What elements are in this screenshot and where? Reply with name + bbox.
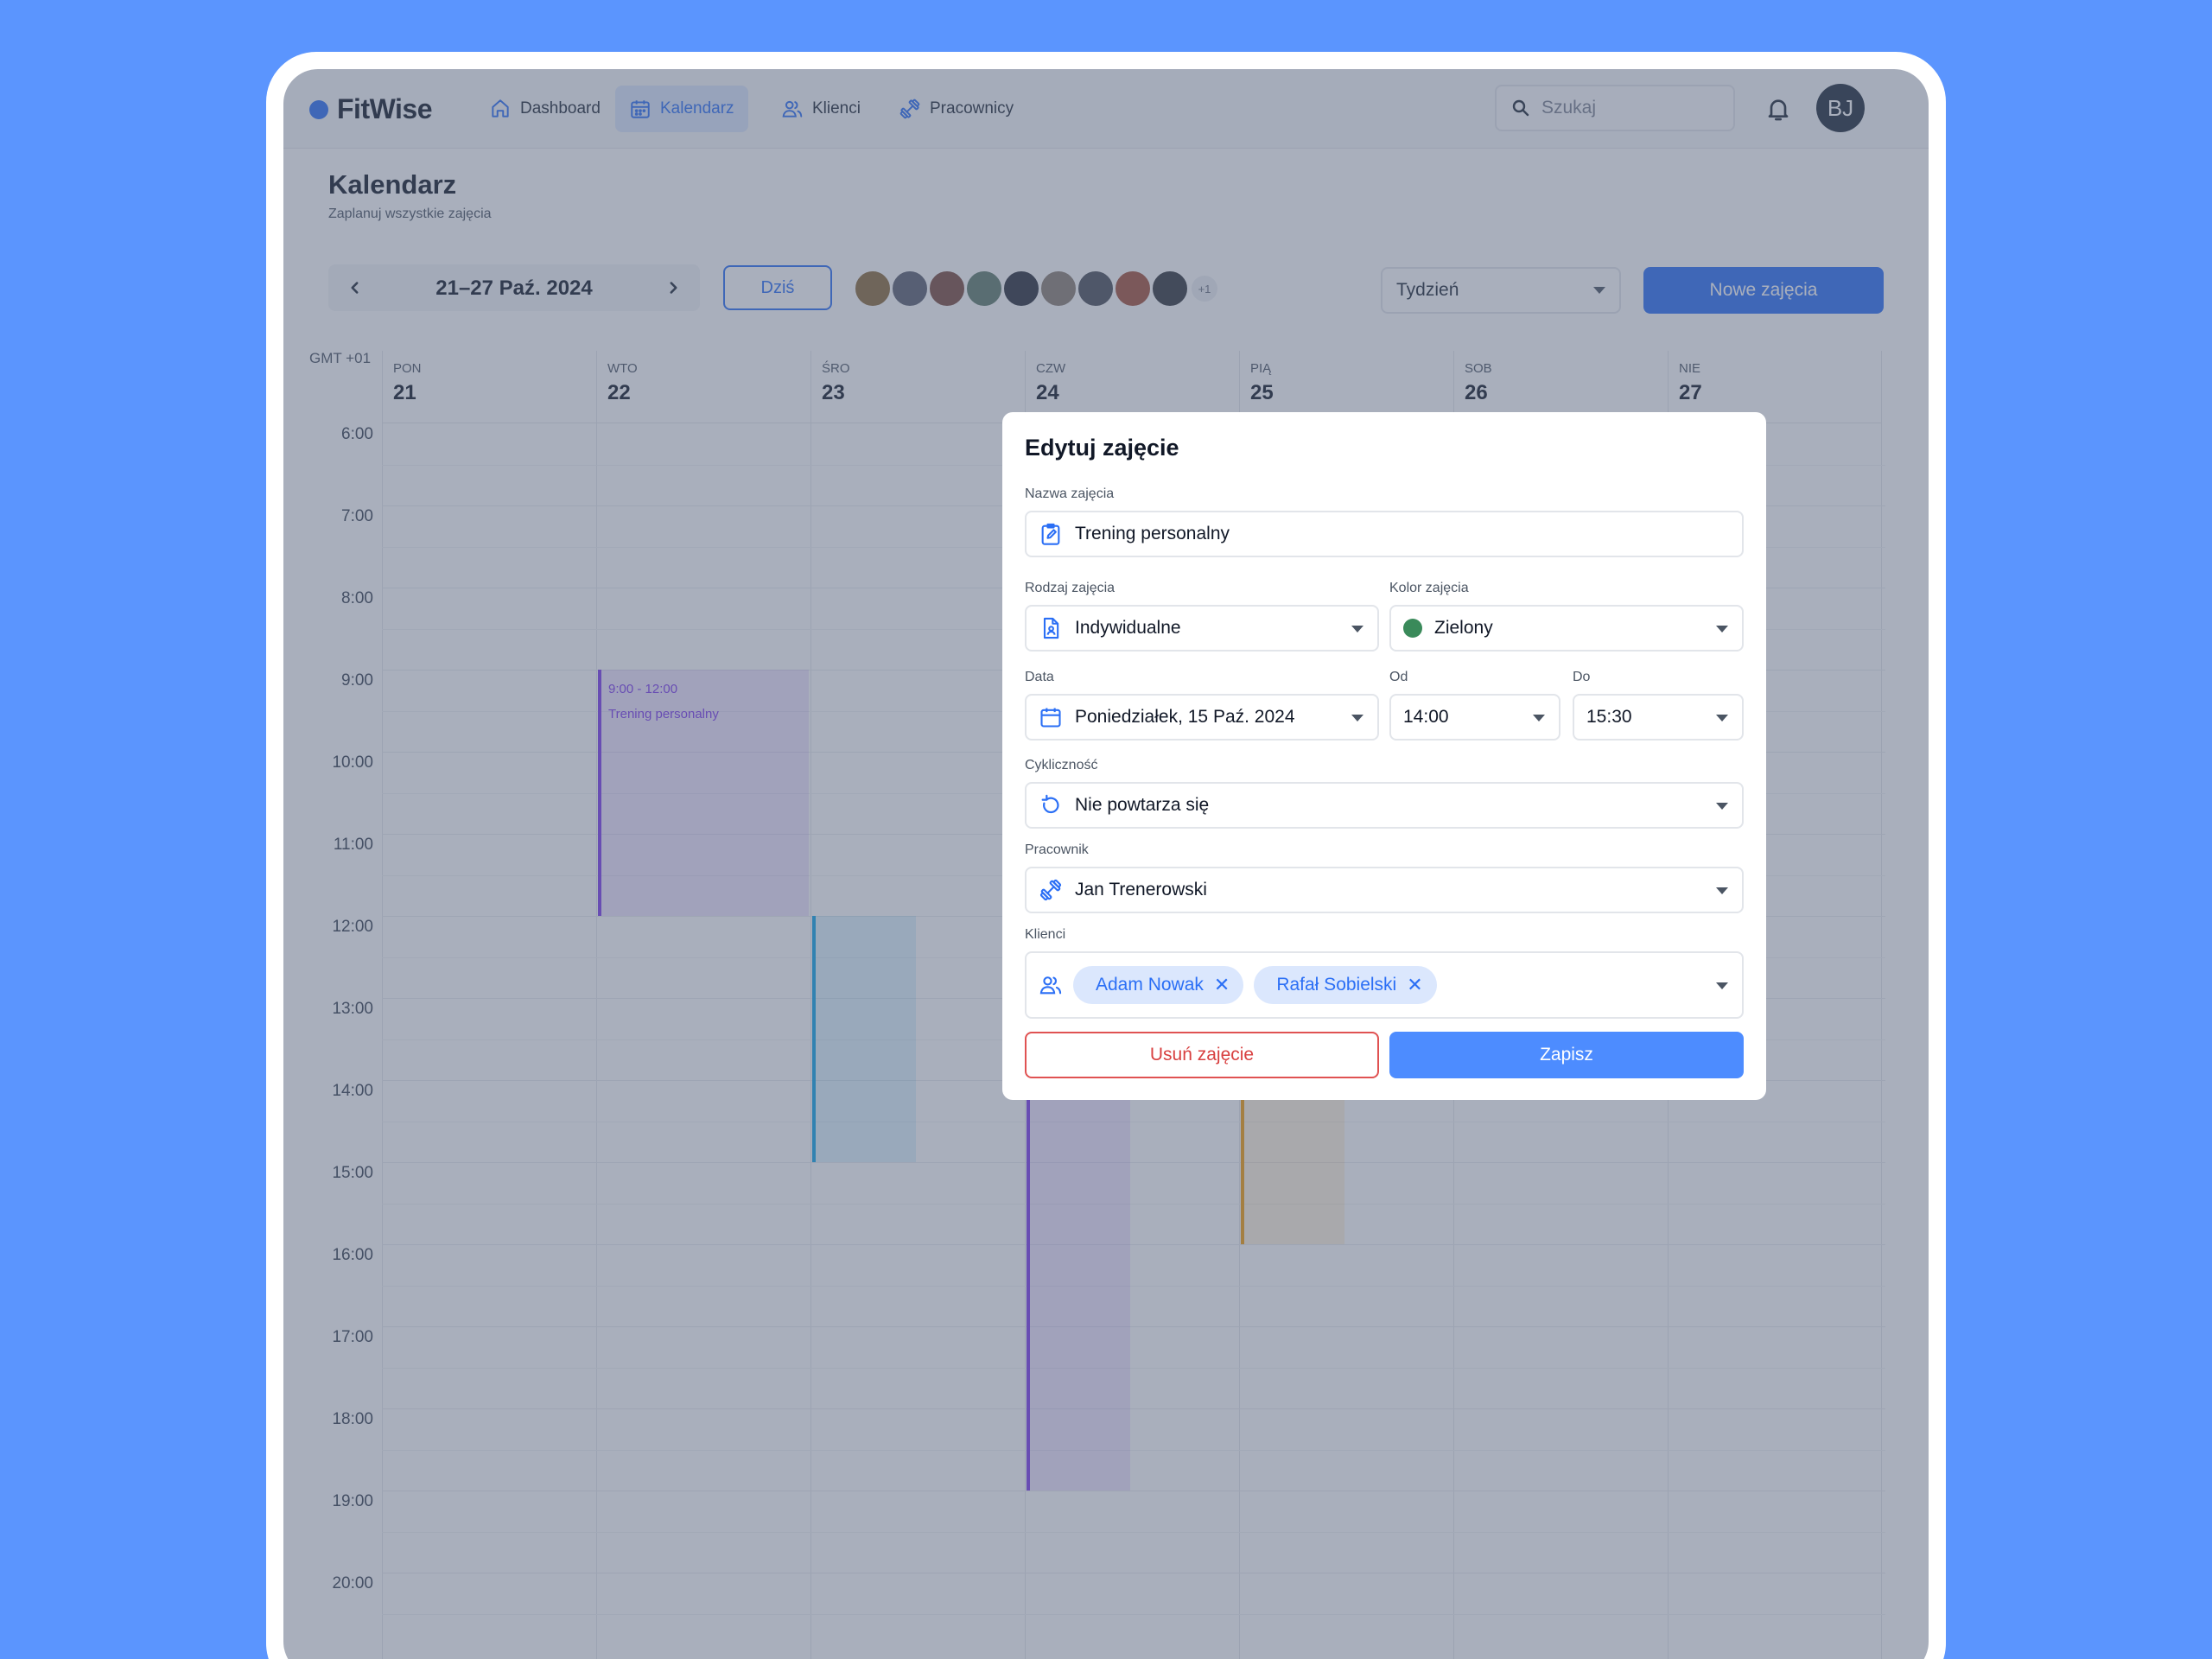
- client-chip-label: Rafał Sobielski: [1276, 975, 1397, 995]
- end-time-select[interactable]: 15:30: [1573, 694, 1744, 741]
- class-name-value: Trening personalny: [1075, 524, 1230, 543]
- close-icon[interactable]: ✕: [1214, 974, 1230, 996]
- staff-label: Pracownik: [1025, 842, 1089, 857]
- class-color-value: Zielony: [1434, 618, 1493, 638]
- caret-down-icon: [1716, 803, 1728, 810]
- caret-down-icon: [1716, 982, 1728, 989]
- repeat-icon: [1041, 794, 1059, 814]
- clients-label: Klienci: [1025, 927, 1066, 942]
- caret-down-icon: [1716, 715, 1728, 721]
- class-type-value: Indywidualne: [1075, 618, 1181, 638]
- dumbbell-icon: [1039, 879, 1062, 901]
- staff-value: Jan Trenerowski: [1075, 880, 1207, 899]
- edit-class-dialog: Edytuj zajęcie Nazwa zajęcia Trening per…: [1002, 412, 1766, 1100]
- caret-down-icon: [1716, 887, 1728, 894]
- to-label: Do: [1573, 670, 1591, 684]
- color-label: Kolor zajęcia: [1389, 581, 1469, 595]
- caret-down-icon: [1716, 626, 1728, 632]
- dialog-title: Edytuj zajęcie: [1025, 435, 1179, 461]
- type-label: Rodzaj zajęcia: [1025, 581, 1116, 595]
- class-type-select[interactable]: Indywidualne: [1025, 605, 1379, 652]
- class-color-select[interactable]: Zielony: [1389, 605, 1744, 652]
- date-picker[interactable]: Poniedziałek, 15 Paź. 2024: [1025, 694, 1379, 741]
- client-chip: Rafał Sobielski ✕: [1254, 966, 1437, 1004]
- name-label: Nazwa zajęcia: [1025, 486, 1115, 501]
- clients-multiselect[interactable]: Adam Nowak ✕ Rafał Sobielski ✕: [1025, 951, 1744, 1019]
- end-time-value: 15:30: [1586, 707, 1632, 727]
- clipboard-edit-icon: [1041, 523, 1060, 545]
- class-name-input[interactable]: Trening personalny: [1025, 511, 1744, 557]
- color-swatch: [1403, 619, 1422, 638]
- date-label: Data: [1025, 670, 1054, 684]
- client-chip-label: Adam Nowak: [1096, 975, 1204, 995]
- recurrence-label: Cykliczność: [1025, 758, 1098, 772]
- recurrence-select[interactable]: Nie powtarza się: [1025, 782, 1744, 829]
- recurrence-value: Nie powtarza się: [1075, 795, 1210, 815]
- save-button[interactable]: Zapisz: [1389, 1032, 1744, 1078]
- delete-class-button[interactable]: Usuń zajęcie: [1025, 1032, 1379, 1078]
- calendar-icon: [1040, 708, 1061, 728]
- staff-select[interactable]: Jan Trenerowski: [1025, 867, 1744, 913]
- start-time-select[interactable]: 14:00: [1389, 694, 1560, 741]
- app-screen: FitWise Dashboard Kalendarz Klienci Prac…: [283, 69, 1929, 1659]
- close-icon[interactable]: ✕: [1407, 974, 1422, 996]
- caret-down-icon: [1533, 715, 1545, 721]
- caret-down-icon: [1351, 626, 1363, 632]
- date-value: Poniedziałek, 15 Paź. 2024: [1075, 707, 1295, 727]
- document-user-icon: [1043, 617, 1059, 639]
- client-chip: Adam Nowak ✕: [1073, 966, 1244, 1004]
- start-time-value: 14:00: [1403, 707, 1449, 727]
- from-label: Od: [1389, 670, 1408, 684]
- users-icon: [1039, 976, 1062, 995]
- caret-down-icon: [1351, 715, 1363, 721]
